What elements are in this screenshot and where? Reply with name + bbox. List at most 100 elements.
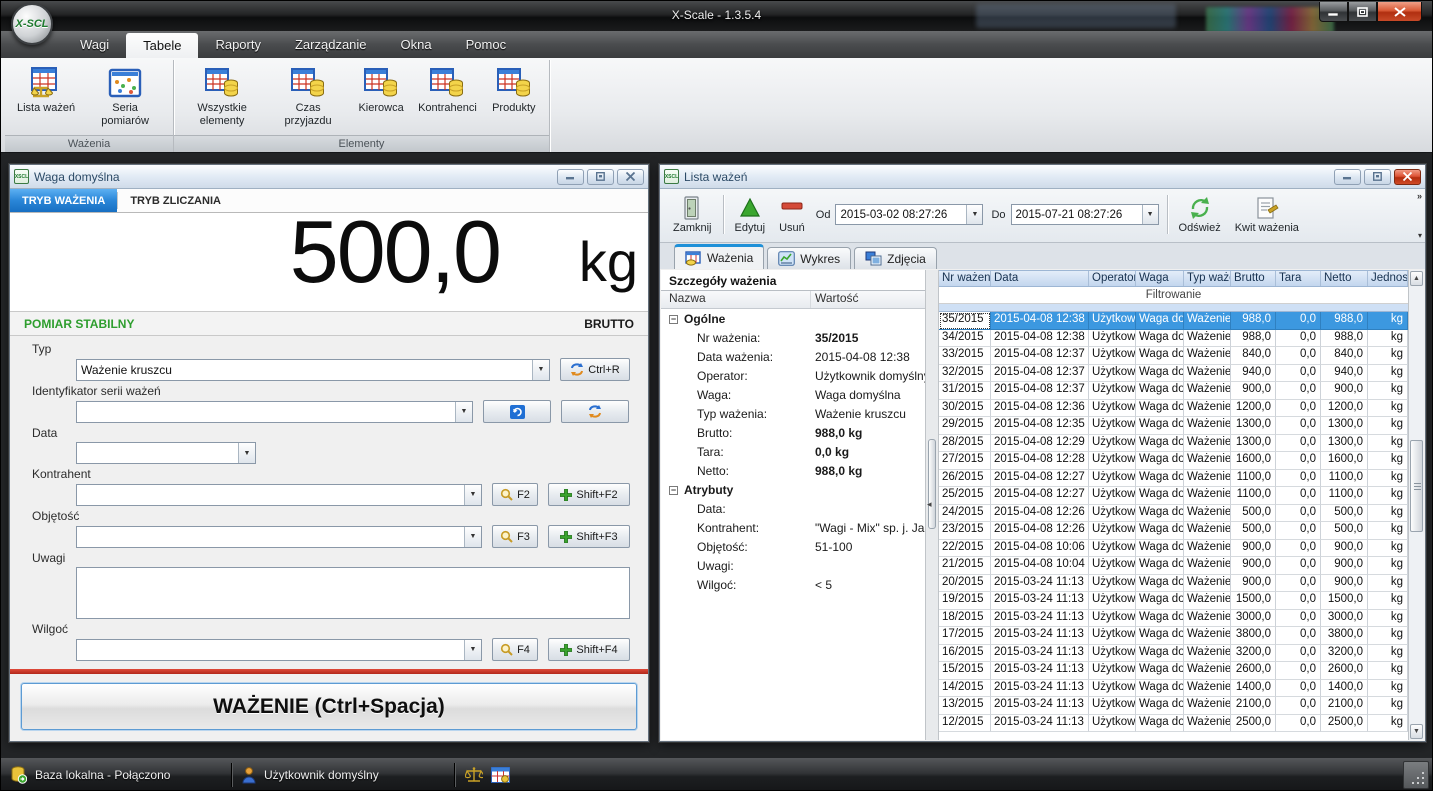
tree-row-kontrahent-[interactable]: Kontrahent:"Wagi - Mix" sp. j. Ja... <box>661 518 925 537</box>
table-row[interactable]: 35/20152015-04-08 12:38Użytkownik domyśl… <box>939 312 1408 330</box>
scale-balance-icon[interactable] <box>465 766 483 784</box>
menu-item-okna[interactable]: Okna <box>384 31 449 58</box>
tree-row-objętość-[interactable]: Objętość:51-100 <box>661 537 925 556</box>
table-row[interactable]: 28/20152015-04-08 12:29Użytkownik domyśl… <box>939 435 1408 453</box>
tree-row-brutto-[interactable]: Brutto:988,0 kg <box>661 423 925 442</box>
grid-column-header-operator[interactable]: Operator <box>1089 271 1136 286</box>
collapse-icon[interactable]: − <box>669 486 678 495</box>
details-scrollbar[interactable]: ◂ <box>926 270 939 740</box>
table-row[interactable]: 31/20152015-04-08 12:37Użytkownik domyśl… <box>939 382 1408 400</box>
chevron-down-icon[interactable]: ▼ <box>532 360 549 380</box>
typ-combobox[interactable]: Ważenie kruszcu ▼ <box>76 359 550 381</box>
grid-column-header-data[interactable]: Data <box>991 271 1089 286</box>
seria-reload-button[interactable] <box>483 400 551 423</box>
zamknij-button[interactable]: Zamknij <box>666 196 719 234</box>
list-minimize-button[interactable] <box>1334 169 1361 185</box>
tree-row-data-[interactable]: Data: <box>661 499 925 518</box>
menu-item-zarządzanie[interactable]: Zarządzanie <box>278 31 384 58</box>
table-row[interactable]: 24/20152015-04-08 12:26Użytkownik domyśl… <box>939 505 1408 523</box>
objetosc-add-button[interactable]: Shift+F3 <box>548 525 630 548</box>
ribbon-button-lista-ważeń[interactable]: Lista ważeń <box>11 63 81 118</box>
maximize-button[interactable] <box>1348 2 1377 22</box>
table-row[interactable]: 32/20152015-04-08 12:37Użytkownik domyśl… <box>939 365 1408 383</box>
date-to-picker[interactable]: 2015-07-21 08:27:26 ▼ <box>1011 204 1159 225</box>
grid-vertical-scrollbar[interactable]: ▲ ▼ <box>1408 270 1424 740</box>
menu-item-pomoc[interactable]: Pomoc <box>449 31 523 58</box>
grid-filter-row[interactable]: Filtrowanie <box>939 287 1408 304</box>
list-close-button[interactable] <box>1394 169 1421 185</box>
tab-tryb-zliczania[interactable]: TRYB ZLICZANIA <box>118 189 233 212</box>
kontrahent-combobox[interactable]: ▼ <box>76 484 482 506</box>
table-row[interactable]: 34/20152015-04-08 12:38Użytkownik domyśl… <box>939 330 1408 348</box>
grid-column-header-nr-ważenia[interactable]: Nr ważenia <box>939 271 991 286</box>
scale-close-button[interactable] <box>617 169 644 185</box>
list-tab-ważenia[interactable]: Ważenia <box>674 244 764 269</box>
list-window-titlebar[interactable]: XSCL Lista ważeń <box>660 165 1425 189</box>
ribbon-button-seria-pomiarów[interactable]: Seria pomiarów <box>83 63 167 131</box>
odswiez-button[interactable]: Odśwież <box>1172 196 1228 234</box>
scale-restore-button[interactable] <box>587 169 614 185</box>
list-tab-zdjęcia[interactable]: Zdjęcia <box>854 247 937 269</box>
uwagi-textarea[interactable] <box>76 567 630 619</box>
seria-combobox[interactable]: ▼ <box>76 401 473 423</box>
date-from-picker[interactable]: 2015-03-02 08:27:26 ▼ <box>835 204 983 225</box>
scroll-up-button[interactable]: ▲ <box>1410 271 1423 286</box>
ctrl-r-refresh-button[interactable]: Ctrl+R <box>560 358 630 381</box>
resize-grip[interactable] <box>1403 761 1429 789</box>
kontrahent-search-button[interactable]: F2 <box>492 483 538 506</box>
ribbon-button-kontrahenci[interactable]: Kontrahenci <box>412 63 483 118</box>
list-restore-button[interactable] <box>1364 169 1391 185</box>
tree-row-waga-[interactable]: Waga:Waga domyślna <box>661 385 925 404</box>
table-row[interactable]: 29/20152015-04-08 12:35Użytkownik domyśl… <box>939 417 1408 435</box>
toolbar-overflow-arrow[interactable]: ▾ <box>1418 231 1422 240</box>
data-combobox[interactable]: ▼ <box>76 442 256 464</box>
table-status-icon[interactable] <box>491 767 510 783</box>
ribbon-button-kierowca[interactable]: Kierowca <box>352 63 410 118</box>
weigh-button[interactable]: WAŻENIE (Ctrl+Spacja) <box>21 683 637 730</box>
grid-column-header-jednostka[interactable]: Jednostka <box>1368 271 1408 286</box>
objetosc-combobox[interactable]: ▼ <box>76 526 482 548</box>
app-logo[interactable]: X-SCL <box>11 3 53 45</box>
table-row[interactable]: 15/20152015-03-24 11:13Użytkownik domyśl… <box>939 662 1408 680</box>
chevron-down-icon[interactable]: ▼ <box>464 527 481 547</box>
table-row[interactable]: 13/20152015-03-24 11:13Użytkownik domyśl… <box>939 697 1408 715</box>
chevron-down-icon[interactable]: ▼ <box>464 640 481 660</box>
table-row[interactable]: 12/20152015-03-24 11:13Użytkownik domyśl… <box>939 715 1408 733</box>
seria-refresh-button[interactable] <box>561 400 629 423</box>
ribbon-button-produkty[interactable]: Produkty <box>485 63 543 118</box>
chevron-down-icon[interactable]: ▼ <box>455 402 472 422</box>
ribbon-button-wszystkie-elementy[interactable]: Wszystkie elementy <box>180 63 264 131</box>
table-row[interactable]: 18/20152015-03-24 11:13Użytkownik domyśl… <box>939 610 1408 628</box>
ribbon-button-czas-przyjazdu[interactable]: Czas przyjazdu <box>266 63 350 131</box>
wilgoc-combobox[interactable]: ▼ <box>76 639 482 661</box>
table-row[interactable]: 22/20152015-04-08 10:06Użytkownik domyśl… <box>939 540 1408 558</box>
list-tab-wykres[interactable]: Wykres <box>767 247 851 269</box>
objetosc-search-button[interactable]: F3 <box>492 525 538 548</box>
tab-tryb-wazenia[interactable]: TRYB WAŻENIA <box>10 189 117 212</box>
table-row[interactable]: 26/20152015-04-08 12:27Użytkownik domyśl… <box>939 470 1408 488</box>
table-row[interactable]: 23/20152015-04-08 12:26Użytkownik domyśl… <box>939 522 1408 540</box>
table-row[interactable]: 19/20152015-03-24 11:13Użytkownik domyśl… <box>939 592 1408 610</box>
kwit-wazenia-button[interactable]: Kwit ważenia <box>1228 196 1306 234</box>
details-col-wartosc[interactable]: Wartość <box>811 291 925 308</box>
table-row[interactable]: 27/20152015-04-08 12:28Użytkownik domyśl… <box>939 452 1408 470</box>
tree-row-uwagi-[interactable]: Uwagi: <box>661 556 925 575</box>
scrollbar-thumb[interactable] <box>928 439 936 529</box>
scrollbar-thumb[interactable] <box>1410 440 1423 532</box>
splitter-collapse-arrow[interactable]: ◂ <box>927 499 932 510</box>
tree-row-operator-[interactable]: Operator:Użytkownik domyślny <box>661 366 925 385</box>
kontrahent-add-button[interactable]: Shift+F2 <box>548 483 630 506</box>
tree-row-data-ważenia-[interactable]: Data ważenia:2015-04-08 12:38 <box>661 347 925 366</box>
scroll-down-button[interactable]: ▼ <box>1410 724 1423 739</box>
table-row[interactable]: 14/20152015-03-24 11:13Użytkownik domyśl… <box>939 680 1408 698</box>
details-col-nazwa[interactable]: Nazwa <box>661 291 811 308</box>
table-row[interactable]: 33/20152015-04-08 12:37Użytkownik domyśl… <box>939 347 1408 365</box>
menu-item-wagi[interactable]: Wagi <box>63 31 126 58</box>
usun-button[interactable]: Usuń <box>772 196 812 234</box>
scale-window-titlebar[interactable]: XSCL Waga domyślna <box>10 165 648 189</box>
scale-minimize-button[interactable] <box>557 169 584 185</box>
table-row[interactable]: 16/20152015-03-24 11:13Użytkownik domyśl… <box>939 645 1408 663</box>
tree-group-atrybuty[interactable]: −Atrybuty <box>661 480 925 499</box>
menu-item-tabele[interactable]: Tabele <box>126 33 198 58</box>
grid-column-header-netto[interactable]: Netto <box>1321 271 1368 286</box>
